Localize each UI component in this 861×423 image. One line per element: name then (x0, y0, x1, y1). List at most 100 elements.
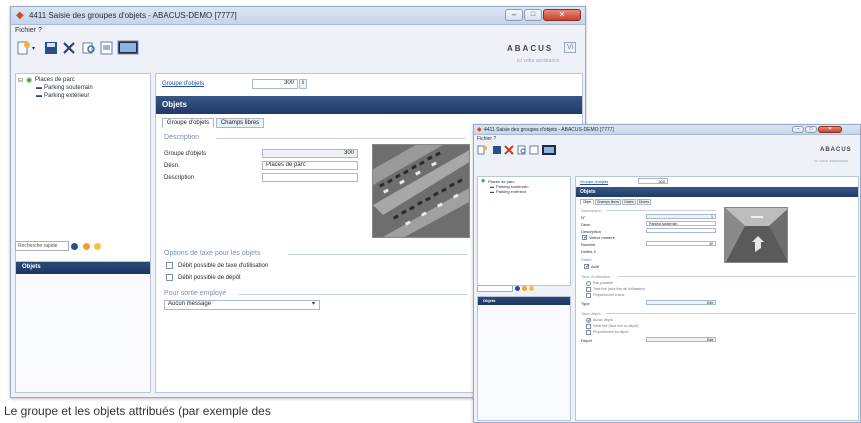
screen-icon[interactable] (117, 40, 139, 56)
title-bar: ◆ 4411 Saisie des groupes d'objets - ABA… (11, 7, 585, 25)
field-label: Unités 4 (581, 249, 596, 254)
menu-bar[interactable]: Fichier ? (11, 27, 585, 37)
usage-tax-checkbox[interactable] (166, 262, 173, 269)
group-id-value: 300 (343, 150, 354, 156)
menu-file[interactable]: Fichier ? (477, 136, 496, 142)
group-number-stepper[interactable]: ⇕ (299, 79, 307, 89)
description-group-line (606, 210, 716, 211)
toolbar: ▾ ABACUS Vi Ici votre assistance (11, 38, 585, 64)
search-icon[interactable] (81, 41, 97, 55)
quick-search-input[interactable] (477, 285, 513, 292)
close-button[interactable]: ✕ (543, 9, 581, 21)
description-field[interactable] (646, 228, 716, 233)
exit-message-select[interactable]: Aucun message (164, 300, 320, 310)
active-label: Actif (591, 264, 599, 269)
group-link[interactable]: Groupe d'objets (580, 179, 608, 184)
deposit-option-radio[interactable] (586, 317, 592, 324)
tree-item-child[interactable]: Parking extérieur (44, 93, 89, 99)
tax-options-group-title: Options de taxe pour les objets (164, 250, 261, 257)
field-label: N° (581, 215, 586, 220)
quick-search-placeholder: Recherche rapide (18, 243, 58, 249)
number-field[interactable]: 1 (646, 214, 716, 219)
caption-text: Le groupe et les objets attribués (par e… (4, 404, 271, 418)
deposit-option-label: Débit fixe (taux fixe du dépôt) (593, 324, 639, 328)
help-link[interactable]: Ici votre assistance (814, 158, 848, 163)
preview-icon[interactable] (99, 41, 115, 55)
description-field[interactable] (262, 173, 358, 182)
deposit-group-line (606, 313, 856, 314)
tree-item-root[interactable]: Places de parc (35, 77, 75, 83)
usage-type-value: Edit (706, 301, 713, 305)
tab-free-fields-label: Champs libres (220, 120, 260, 126)
group-link[interactable]: Groupe d'objets (162, 81, 204, 87)
status-yellow-icon[interactable] (529, 286, 534, 291)
status-orange-icon[interactable] (83, 243, 90, 250)
usage-option-radio[interactable] (586, 293, 591, 298)
group-id-field[interactable]: 300 (262, 149, 358, 158)
usage-option-radio[interactable] (586, 287, 591, 292)
objects-panel-header: Objets (16, 262, 150, 274)
maximize-button[interactable]: □ (805, 126, 817, 133)
search-icon[interactable] (517, 145, 527, 155)
object-icon: ▬ (36, 85, 42, 91)
screen-icon[interactable] (541, 144, 557, 156)
object-icon: ▬ (490, 189, 494, 194)
save-icon[interactable] (492, 145, 502, 155)
tab-object[interactable]: Objet (580, 199, 594, 205)
value-number-checkbox[interactable] (582, 234, 588, 241)
number-value: 1 (711, 215, 713, 219)
group-number-value: 300 (658, 179, 665, 184)
new-icon[interactable] (477, 145, 487, 155)
minimize-button[interactable]: – (505, 9, 523, 21)
collapse-icon[interactable]: ⊟ (18, 77, 23, 84)
tab-dates[interactable]: Dates (622, 199, 636, 205)
tab-object-group-label: Groupe d'objets (166, 120, 210, 126)
usage-option-radio[interactable] (586, 281, 591, 286)
tab-free-fields[interactable]: Champs libres (216, 118, 264, 128)
objects-section-title: Objets (162, 100, 187, 109)
active-checkbox[interactable] (584, 263, 590, 270)
tab-misc-label: Divers (639, 200, 649, 204)
menu-file[interactable]: Fichier ? (15, 27, 42, 34)
group-icon: ◉ (481, 178, 486, 184)
preview-icon[interactable] (529, 145, 539, 155)
tab-object-group[interactable]: Groupe d'objets (162, 118, 214, 128)
close-button[interactable]: ✕ (818, 126, 842, 133)
tax-options-group-line (288, 254, 468, 255)
quick-search-input[interactable]: Recherche rapide (15, 241, 69, 251)
tab-free-fields[interactable]: Champs libres (595, 199, 621, 205)
group-number-field[interactable]: 300 (252, 79, 298, 89)
designation-field[interactable]: Places de parc (262, 161, 358, 170)
deposit-checkbox[interactable] (166, 274, 173, 281)
maximize-button[interactable]: □ (524, 9, 542, 21)
usage-tax-label: Débit possible de taxe d'utilisation (178, 263, 269, 269)
deposit-value: Edit (706, 338, 713, 342)
minimize-button[interactable]: – (792, 126, 804, 133)
delete-icon[interactable] (504, 145, 514, 155)
help-link[interactable]: Ici votre assistance (517, 58, 560, 64)
tree-item-child[interactable]: Parking extérieur (496, 189, 526, 194)
deposit-option-label: Proportionnel au dépôt (593, 330, 629, 334)
deposit-group-title: Taxe dépôt (581, 311, 601, 316)
usage-type-field[interactable]: Edit (646, 300, 716, 305)
group-number-field[interactable]: 300 (638, 178, 668, 184)
tab-misc[interactable]: Divers (637, 199, 651, 205)
tab-object-label: Objet (582, 200, 592, 204)
tree-item-child[interactable]: Parking souterrain (44, 85, 93, 91)
menu-bar[interactable]: Fichier ? (474, 136, 860, 142)
filter-icon[interactable] (515, 286, 520, 291)
count-field[interactable]: 40 (646, 241, 716, 246)
delete-icon[interactable] (61, 41, 77, 55)
deposit-option-radio[interactable] (586, 330, 591, 335)
filter-icon[interactable] (71, 243, 78, 250)
deposit-field[interactable]: Edit (646, 337, 716, 342)
status-orange-icon[interactable] (522, 286, 527, 291)
save-icon[interactable] (43, 41, 59, 55)
designation-field[interactable]: Parking souterrain (646, 221, 716, 226)
deposit-option-radio[interactable] (586, 324, 591, 329)
status-yellow-icon[interactable] (94, 243, 101, 250)
field-label: Désn. (164, 163, 180, 169)
new-icon[interactable] (15, 41, 31, 55)
chevron-down-icon[interactable]: ▾ (312, 300, 315, 307)
new-dropdown-icon[interactable]: ▾ (32, 45, 35, 52)
